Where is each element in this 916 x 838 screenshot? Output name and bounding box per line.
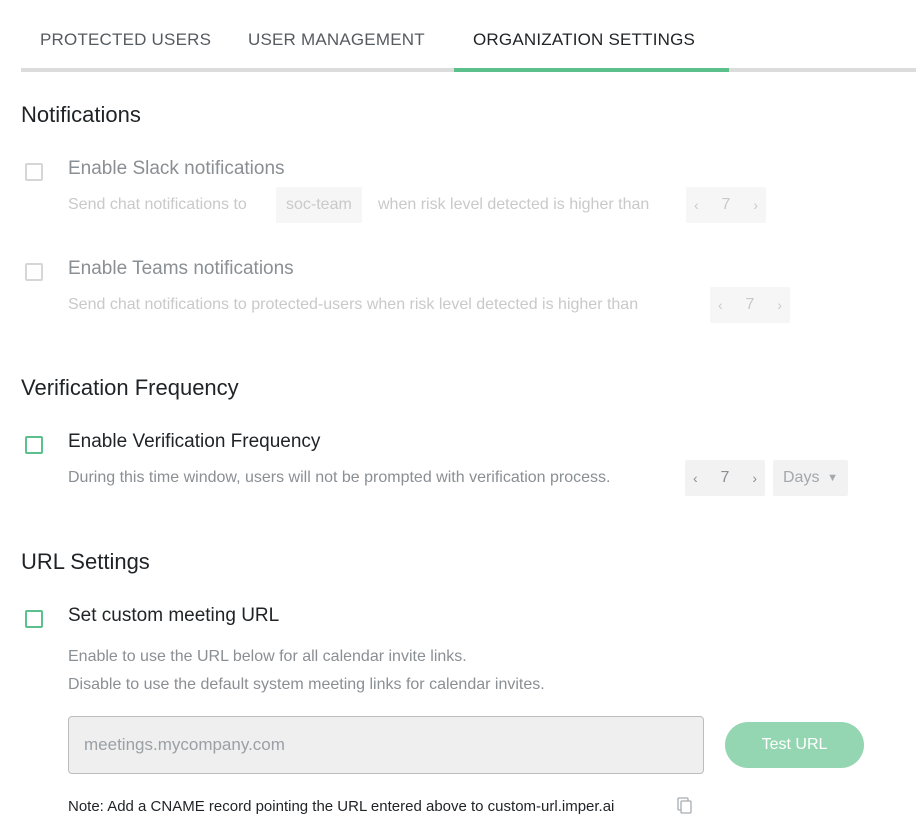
teams-level-value: 7 xyxy=(745,296,755,313)
chevron-left-icon[interactable]: ‹ xyxy=(694,197,699,213)
tab-organization-settings[interactable]: ORGANIZATION SETTINGS xyxy=(473,30,695,50)
verification-value-stepper[interactable]: ‹ 7 › xyxy=(685,460,765,496)
slack-label: Enable Slack notifications xyxy=(68,158,285,179)
settings-tabs: PROTECTED USERS USER MANAGEMENT ORGANIZA… xyxy=(21,0,916,72)
custom-url-desc-line2: Disable to use the default system meetin… xyxy=(68,676,545,693)
chevron-right-icon[interactable]: › xyxy=(752,470,757,486)
verification-title: Verification Frequency xyxy=(21,375,239,400)
teams-checkbox[interactable] xyxy=(25,263,43,281)
custom-url-checkbox[interactable] xyxy=(25,610,43,628)
verification-label: Enable Verification Frequency xyxy=(68,431,321,452)
verification-checkbox[interactable] xyxy=(25,436,43,454)
test-url-button[interactable]: Test URL xyxy=(725,722,864,768)
slack-channel-field[interactable]: soc-team xyxy=(276,187,362,223)
copy-icon[interactable] xyxy=(677,797,693,815)
cname-note: Note: Add a CNAME record pointing the UR… xyxy=(68,798,615,815)
caret-down-icon: ▼ xyxy=(827,472,838,484)
teams-label: Enable Teams notifications xyxy=(68,258,294,279)
slack-desc-prefix: Send chat notifications to xyxy=(68,196,247,213)
verification-unit-value: Days xyxy=(783,469,820,486)
verification-unit-select[interactable]: Days ▼ xyxy=(773,460,848,496)
slack-checkbox[interactable] xyxy=(25,163,43,181)
custom-url-label: Set custom meeting URL xyxy=(68,605,280,626)
tab-protected-users[interactable]: PROTECTED USERS xyxy=(40,30,211,50)
verification-value: 7 xyxy=(720,469,730,486)
slack-level-stepper[interactable]: ‹ 7 › xyxy=(686,187,766,223)
verification-desc: During this time window, users will not … xyxy=(68,469,611,486)
notifications-title: Notifications xyxy=(21,102,141,127)
teams-level-stepper[interactable]: ‹ 7 › xyxy=(710,287,790,323)
teams-desc: Send chat notifications to protected-use… xyxy=(68,296,639,313)
slack-desc-suffix: when risk level detected is higher than xyxy=(378,196,650,213)
slack-level-value: 7 xyxy=(721,196,731,213)
chevron-left-icon[interactable]: ‹ xyxy=(693,470,698,486)
chevron-right-icon[interactable]: › xyxy=(753,197,758,213)
meeting-url-input[interactable] xyxy=(68,716,704,774)
tab-user-management[interactable]: USER MANAGEMENT xyxy=(248,30,425,50)
chevron-right-icon[interactable]: › xyxy=(777,297,782,313)
url-settings-title: URL Settings xyxy=(21,549,150,574)
chevron-left-icon[interactable]: ‹ xyxy=(718,297,723,313)
active-tab-indicator xyxy=(454,68,729,72)
custom-url-desc-line1: Enable to use the URL below for all cale… xyxy=(68,648,467,665)
